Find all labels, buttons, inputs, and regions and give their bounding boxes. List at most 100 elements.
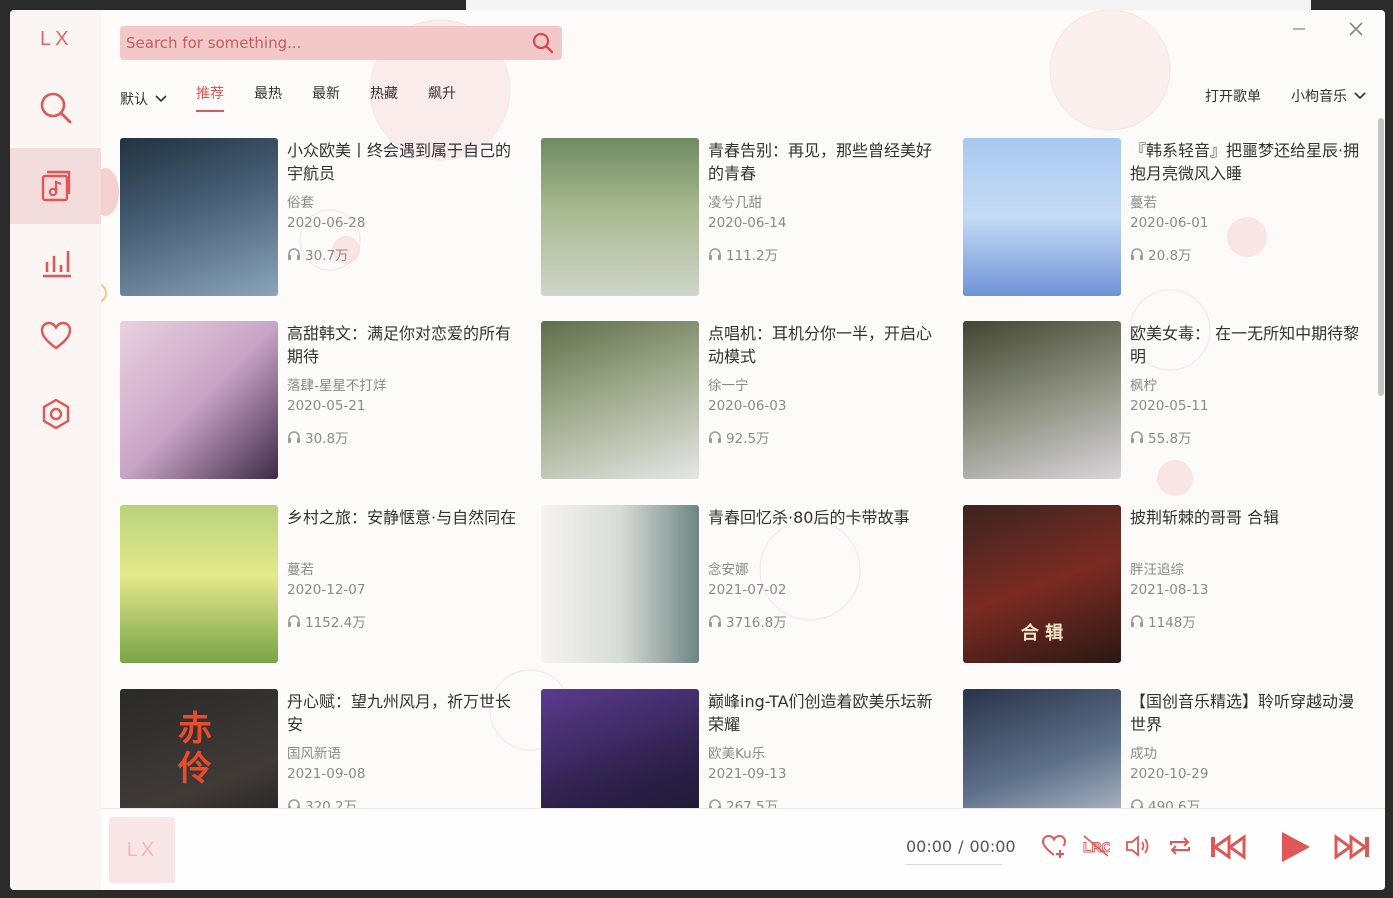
sidebar: LX (10, 10, 101, 890)
playlist-card[interactable]: 青春告别：再见，那些曾经美好的青春 凌兮几甜 2020-06-14 111.2万 (541, 138, 951, 296)
tab-recommend[interactable]: 推荐 (196, 84, 224, 114)
favorite-button[interactable] (1041, 833, 1067, 859)
playlist-title[interactable]: 丹心赋：望九州风月，祈万世长安 (287, 690, 517, 736)
playlist-card[interactable]: 小众欧美丨终会遇到属于自己的宇航员 俗套 2020-06-28 30.7万 (120, 138, 530, 296)
chevron-down-icon (155, 95, 167, 103)
playlist-title[interactable]: 青春回忆杀·80后的卡带故事 (708, 506, 938, 552)
playlist-info: 【国创音乐精选】聆听穿越动漫世界 成功 2020-10-29 490.6万 (1130, 689, 1360, 808)
headphones-icon (709, 431, 721, 443)
playlist-card[interactable]: 巅峰ing-TA们创造着欧美乐坛新荣耀 欧美Ku乐 2021-09-13 267… (541, 689, 951, 808)
playlist-cover[interactable]: 合 辑 (963, 505, 1121, 663)
lyrics-toggle[interactable]: LRC (1082, 833, 1110, 859)
playlist-title[interactable]: 高甜韩文：满足你对恋爱的所有期待 (287, 322, 517, 368)
tab-collected[interactable]: 热藏 (370, 84, 398, 114)
sort-label: 默认 (120, 92, 148, 108)
search-button[interactable] (530, 30, 556, 56)
play-count: 20.8万 (1148, 248, 1192, 264)
tab-rising[interactable]: 飙升 (428, 84, 456, 114)
repeat-button[interactable] (1167, 833, 1193, 859)
playlist-title[interactable]: 『韩系轻音』把噩梦还给星辰·拥抱月亮微风入睡 (1130, 139, 1360, 185)
close-button[interactable] (1345, 18, 1367, 40)
search-input[interactable] (120, 26, 520, 60)
playlist-author: 胖汪追综 (1130, 562, 1184, 578)
playlist-cover[interactable] (963, 138, 1121, 296)
playlist-title[interactable]: 乡村之旅：安静惬意·与自然同在 (287, 506, 517, 552)
sort-select[interactable]: 默认 (120, 89, 168, 109)
playlist-card[interactable]: 乡村之旅：安静惬意·与自然同在 蔓若 2020-12-07 1152.4万 (120, 505, 530, 663)
source-select[interactable]: 小枸音乐 (1291, 86, 1367, 106)
tab-hottest[interactable]: 最热 (254, 84, 282, 114)
scrollbar[interactable] (1378, 118, 1384, 396)
playlist-cover[interactable] (541, 138, 699, 296)
play-count: 320.2万 (305, 799, 358, 808)
heart-add-icon (1041, 834, 1067, 858)
playlist-cover[interactable] (120, 505, 278, 663)
sidebar-item-search[interactable] (10, 70, 101, 146)
playlist-date: 2021-07-02 (708, 582, 787, 598)
volume-button[interactable] (1124, 833, 1152, 859)
playlist-cover[interactable] (963, 689, 1121, 808)
playlist-card[interactable]: 青春回忆杀·80后的卡带故事 念安娜 2021-07-02 3716.8万 (541, 505, 951, 663)
open-playlist-button[interactable]: 打开歌单 (1205, 86, 1261, 106)
playlist-info: 小众欧美丨终会遇到属于自己的宇航员 俗套 2020-06-28 30.7万 (287, 138, 517, 264)
sidebar-item-leaderboard[interactable] (10, 224, 101, 300)
playlist-cover[interactable] (541, 689, 699, 808)
playlist-cover[interactable] (120, 138, 278, 296)
playlist-date: 2021-08-13 (1130, 582, 1209, 598)
app-window: LX Search for something... 默认 推荐 最热 最新 热… (10, 10, 1385, 890)
progress-bar[interactable] (906, 864, 1002, 865)
playlist-author: 落肆-星星不打烊 (287, 378, 387, 394)
playlist-card[interactable]: 『韩系轻音』把噩梦还给星辰·拥抱月亮微风入睡 蔓若 2020-06-01 20.… (963, 138, 1373, 296)
playlist-plays: 267.5万 (708, 795, 938, 808)
playlist-date: 2020-06-28 (287, 215, 366, 231)
playlist-card[interactable]: 赤伶 丹心赋：望九州风月，祈万世长安 国风新语 2021-09-08 320.2… (120, 689, 530, 808)
play-count: 490.6万 (1148, 799, 1201, 808)
minimize-button[interactable] (1288, 18, 1310, 40)
search-icon (40, 92, 71, 124)
playlist-cover[interactable] (541, 505, 699, 663)
playlist-title[interactable]: 欧美女毒： 在一无所知中期待黎明 (1130, 322, 1360, 368)
previous-button[interactable] (1209, 833, 1247, 861)
playlist-cover[interactable] (541, 321, 699, 479)
playlist-cover[interactable] (963, 321, 1121, 479)
playlist-title[interactable]: 巅峰ing-TA们创造着欧美乐坛新荣耀 (708, 690, 938, 736)
source-label: 小枸音乐 (1291, 89, 1347, 105)
headphones-icon (288, 431, 300, 443)
playlist-title[interactable]: 披荆斩棘的哥哥 合辑 (1130, 506, 1360, 552)
playlist-date: 2020-06-14 (708, 215, 787, 231)
sidebar-item-settings[interactable] (10, 376, 101, 452)
playlist-card[interactable]: 【国创音乐精选】聆听穿越动漫世界 成功 2020-10-29 490.6万 (963, 689, 1373, 808)
playlist-title[interactable]: 青春告别：再见，那些曾经美好的青春 (708, 139, 938, 185)
play-button[interactable] (1278, 829, 1312, 865)
playlist-plays: 30.8万 (287, 427, 517, 447)
playlist-card[interactable]: 合 辑 披荆斩棘的哥哥 合辑 胖汪追综 2021-08-13 1148万 (963, 505, 1373, 663)
playlist-author: 凌兮几甜 (708, 195, 762, 211)
playlist-author: 俗套 (287, 195, 314, 211)
player-bar: LX 00:00 / 00:00 LRC (101, 808, 1385, 890)
playlist-title[interactable]: 【国创音乐精选】聆听穿越动漫世界 (1130, 690, 1360, 736)
playlist-plays: 55.8万 (1130, 427, 1360, 447)
playlist-info: 巅峰ing-TA们创造着欧美乐坛新荣耀 欧美Ku乐 2021-09-13 267… (708, 689, 938, 808)
sidebar-item-favorites[interactable] (10, 298, 101, 374)
playlist-plays: 1152.4万 (287, 611, 517, 631)
sidebar-item-playlist[interactable] (10, 148, 101, 224)
play-count: 1148万 (1148, 615, 1196, 631)
playlist-card[interactable]: 欧美女毒： 在一无所知中期待黎明 枫柠 2020-05-11 55.8万 (963, 321, 1373, 479)
playlist-card[interactable]: 高甜韩文：满足你对恋爱的所有期待 落肆-星星不打烊 2020-05-21 30.… (120, 321, 530, 479)
app-logo: LX (40, 28, 73, 50)
playlist-title[interactable]: 点唱机：耳机分你一半，开启心动模式 (708, 322, 938, 368)
next-button[interactable] (1333, 833, 1371, 861)
desktop-background (466, 0, 1311, 10)
playlist-title[interactable]: 小众欧美丨终会遇到属于自己的宇航员 (287, 139, 517, 185)
playlist-plays: 320.2万 (287, 795, 517, 808)
playlist-info: 欧美女毒： 在一无所知中期待黎明 枫柠 2020-05-11 55.8万 (1130, 321, 1360, 447)
headphones-icon (709, 615, 721, 627)
player-cover[interactable]: LX (109, 817, 175, 883)
cover-text: 赤伶 (178, 709, 212, 789)
header-actions: 打开歌单 小枸音乐 (1205, 84, 1367, 108)
playlist-cover[interactable] (120, 321, 278, 479)
playlist-info: 青春回忆杀·80后的卡带故事 念安娜 2021-07-02 3716.8万 (708, 505, 938, 631)
playlist-card[interactable]: 点唱机：耳机分你一半，开启心动模式 徐一宁 2020-06-03 92.5万 (541, 321, 951, 479)
playlist-cover[interactable]: 赤伶 (120, 689, 278, 808)
tab-newest[interactable]: 最新 (312, 84, 340, 114)
